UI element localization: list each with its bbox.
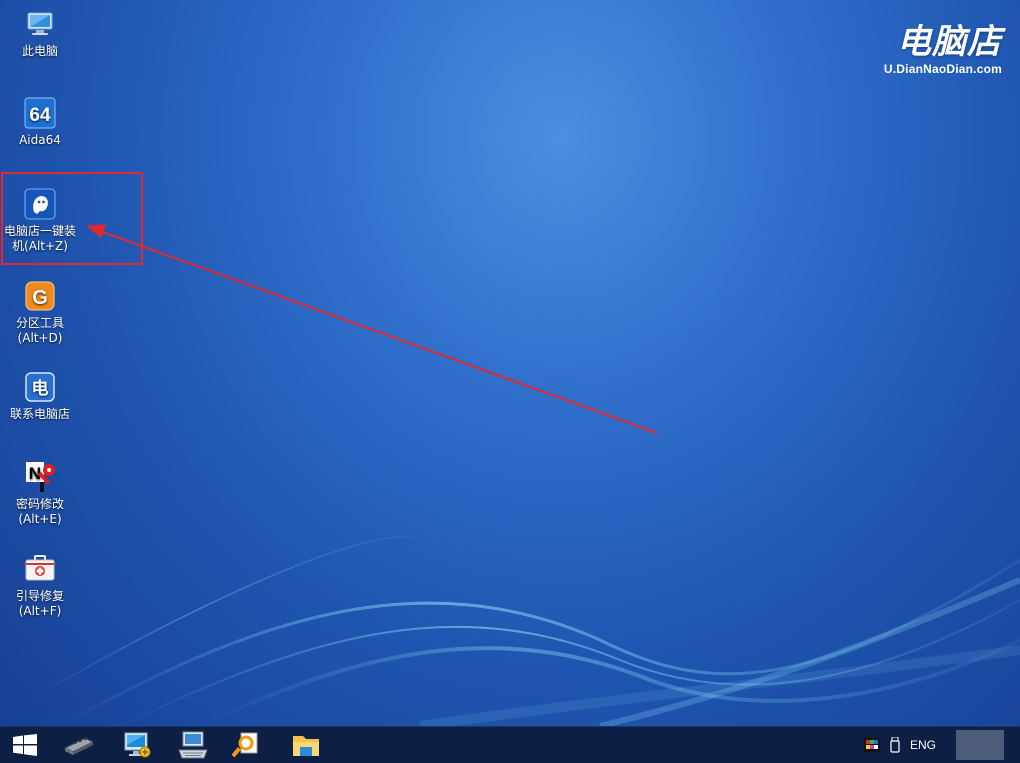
boot-repair-kit-icon [23, 552, 57, 586]
brand-url: U.DianNaoDian.com [883, 62, 1002, 76]
svg-text:64: 64 [29, 105, 51, 126]
desktop-icon-label: 引导修复 (Alt+F) [15, 589, 64, 618]
desktop-icon-password[interactable]: N 密码修改 (Alt+E) [0, 460, 80, 527]
wallpaper-waves [29, 536, 1020, 726]
start-button[interactable] [2, 727, 48, 763]
keyboard-monitor-icon [178, 731, 208, 759]
this-pc-icon [23, 7, 57, 41]
desktop-icon-this-pc[interactable]: 此电脑 [0, 7, 80, 59]
taskbar-file-explorer[interactable] [283, 727, 329, 763]
taskbar-search-app[interactable] [224, 727, 270, 763]
tray-usb-button[interactable] [890, 737, 900, 753]
search-file-icon [232, 732, 258, 758]
brand-name: 电脑店 [897, 22, 1002, 62]
desktop-icon-label: 联系电脑店 [9, 407, 70, 421]
system-tray: ENG [863, 727, 1020, 763]
desktop-icon-contact[interactable]: 电 联系电脑店 [0, 370, 80, 422]
taskbar: ENG [0, 726, 1020, 763]
desktop-icon-boot-repair[interactable]: 引导修复 (Alt+F) [0, 552, 80, 619]
file-explorer-icon [293, 736, 319, 756]
tray-clock-area[interactable] [956, 730, 1004, 760]
highlight-box [1, 172, 143, 265]
svg-text:电: 电 [32, 378, 49, 399]
tray-display-button[interactable] [863, 738, 880, 752]
language-indicator[interactable]: ENG [910, 738, 936, 752]
memory-module-icon [63, 737, 95, 755]
partition-tool-icon: G [23, 279, 57, 313]
desktop-icon-label: 密码修改 (Alt+E) [15, 497, 64, 526]
brand-logo: 电脑店 U.DianNaoDian.com [884, 24, 1002, 76]
desktop-icon-aida64[interactable]: 64 Aida64 [0, 96, 80, 148]
start-icon [13, 734, 37, 756]
taskbar-keyboard-app[interactable] [170, 727, 216, 763]
aida64-icon: 64 [23, 96, 57, 130]
desktop-icon-label: 此电脑 [21, 44, 58, 58]
taskbar-network-app[interactable] [114, 727, 160, 763]
network-computer-icon [124, 732, 151, 758]
color-display-icon [863, 738, 880, 752]
contact-icon: 电 [23, 370, 57, 404]
annotation-arrow [86, 224, 658, 434]
taskbar-memory-app[interactable] [56, 727, 102, 763]
desktop-icon-label: Aida64 [19, 133, 61, 147]
desktop-icon-label: 分区工具 (Alt+D) [15, 316, 64, 345]
svg-text:G: G [32, 287, 48, 309]
password-key-icon: N [23, 460, 57, 494]
desktop-icon-partition-tool[interactable]: G 分区工具 (Alt+D) [0, 279, 80, 346]
usb-drive-icon [890, 737, 900, 753]
